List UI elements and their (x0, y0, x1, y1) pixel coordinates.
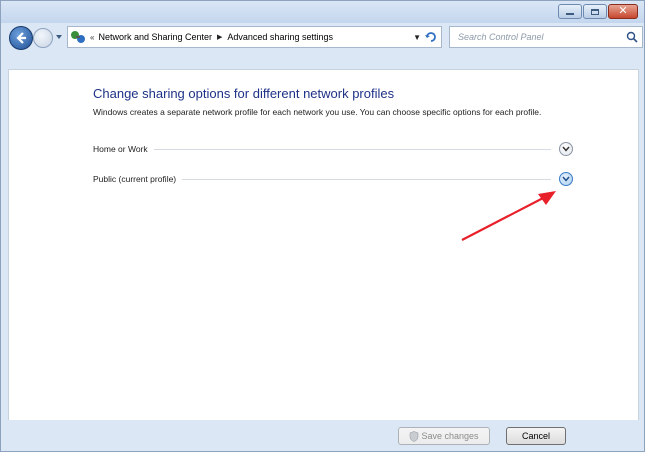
close-icon: ✕ (618, 5, 628, 17)
chevron-down-icon (562, 176, 570, 182)
divider (153, 148, 551, 150)
footer-bar: Save changes Cancel (1, 420, 644, 451)
control-panel-window: ✕ « Network and Sharing Center ▶ Advance… (0, 0, 645, 452)
maximize-button[interactable] (583, 4, 607, 19)
back-arrow-icon (16, 32, 26, 44)
breadcrumb-network-and-sharing-center[interactable]: Network and Sharing Center (98, 32, 212, 42)
navigation-bar: « Network and Sharing Center ▶ Advanced … (1, 23, 644, 69)
search-box[interactable]: Search Control Panel (449, 26, 643, 48)
red-arrow-annotation (461, 191, 556, 241)
expand-home-or-work-button[interactable] (559, 142, 573, 156)
back-button[interactable] (9, 26, 33, 50)
recent-pages-chevron-icon[interactable] (55, 33, 63, 41)
content-pane: Change sharing options for different net… (8, 69, 639, 422)
maximize-icon (591, 8, 599, 15)
close-button[interactable]: ✕ (608, 4, 638, 19)
expand-public-button[interactable] (559, 172, 573, 186)
minimize-button[interactable] (558, 4, 582, 19)
save-changes-label: Save changes (421, 431, 479, 441)
cancel-button[interactable]: Cancel (506, 427, 566, 445)
caption-buttons: ✕ (558, 4, 638, 19)
address-overflow[interactable]: « (90, 33, 94, 42)
breadcrumb-advanced-sharing-settings[interactable]: Advanced sharing settings (227, 32, 333, 42)
save-changes-button[interactable]: Save changes (398, 427, 490, 445)
divider (182, 178, 551, 180)
minimize-icon (566, 13, 574, 15)
chevron-down-icon (562, 146, 570, 152)
page-title: Change sharing options for different net… (93, 86, 395, 101)
magnifier-icon[interactable] (626, 31, 638, 43)
profile-label: Home or Work (93, 144, 148, 154)
title-bar: ✕ (1, 1, 644, 23)
uac-shield-icon (410, 430, 419, 442)
profile-home-or-work[interactable]: Home or Work (93, 141, 573, 157)
search-placeholder: Search Control Panel (458, 32, 544, 42)
breadcrumb-separator-icon[interactable]: ▶ (217, 33, 222, 41)
forward-button[interactable] (33, 28, 53, 48)
page-description: Windows creates a separate network profi… (93, 107, 542, 117)
refresh-icon[interactable] (424, 30, 438, 44)
address-bar[interactable]: « Network and Sharing Center ▶ Advanced … (67, 26, 442, 48)
network-icon (71, 31, 85, 43)
profile-label: Public (current profile) (93, 174, 177, 184)
address-dropdown-icon[interactable]: ▼ (413, 33, 421, 42)
